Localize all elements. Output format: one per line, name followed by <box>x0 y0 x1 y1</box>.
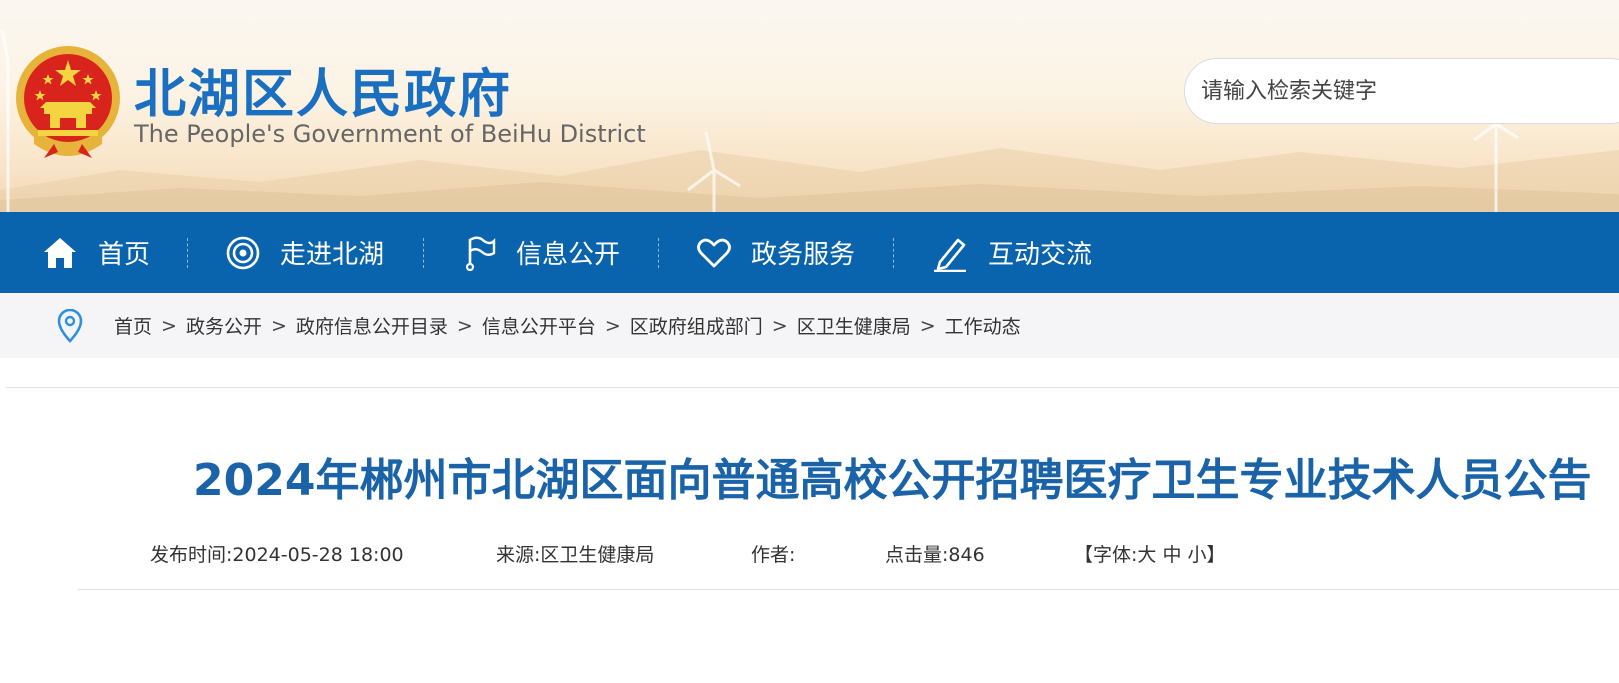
font-size-small-button[interactable]: 小 <box>1188 544 1207 566</box>
view-count: 点击量:846 <box>885 540 985 567</box>
breadcrumb-separator: > <box>604 314 621 337</box>
breadcrumb-link[interactable]: 政务公开 <box>186 312 262 339</box>
breadcrumb: 首页 > 政务公开 > 政府信息公开目录 > 信息公开平台 > 区政府组成部门 … <box>114 293 1021 358</box>
nav-divider <box>187 238 188 268</box>
breadcrumb-bar: 首页 > 政务公开 > 政府信息公开目录 > 信息公开平台 > 区政府组成部门 … <box>0 293 1619 358</box>
breadcrumb-link[interactable]: 工作动态 <box>945 312 1021 339</box>
nav-label: 互动交流 <box>988 240 1093 270</box>
main-navigation: 首页 走进北湖 信息公开 政务服务 互动交流 <box>0 212 1619 293</box>
nav-divider <box>658 238 659 268</box>
flag-icon <box>465 236 496 271</box>
source-label: 来源: <box>496 544 541 566</box>
site-title: 北湖区人民政府 <box>134 65 513 125</box>
breadcrumb-separator: > <box>456 314 473 337</box>
location-pin-icon <box>57 309 83 343</box>
author-label: 作者: <box>751 544 796 566</box>
meta-divider <box>78 589 1619 590</box>
publish-time-label: 发布时间: <box>150 544 233 566</box>
publish-time-value: 2024-05-28 18:00 <box>232 544 404 566</box>
content-divider <box>5 387 1619 388</box>
target-icon <box>226 236 260 269</box>
nav-label: 走进北湖 <box>280 240 385 270</box>
search-box <box>1184 58 1619 124</box>
breadcrumb-link[interactable]: 区卫生健康局 <box>797 312 911 339</box>
font-size-label: 【字体: <box>1074 544 1138 566</box>
breadcrumb-separator: > <box>919 314 936 337</box>
nav-item-gov-services[interactable]: 政务服务 <box>697 212 855 293</box>
breadcrumb-link[interactable]: 信息公开平台 <box>482 312 596 339</box>
publish-time: 发布时间:2024-05-28 18:00 <box>150 540 404 567</box>
nav-label: 信息公开 <box>516 240 621 270</box>
breadcrumb-separator: > <box>270 314 287 337</box>
heart-icon <box>697 238 731 267</box>
article-title: 2024年郴州市北湖区面向普通高校公开招聘医疗卫生专业技术人员公告 <box>193 455 1592 506</box>
breadcrumb-link[interactable]: 区政府组成部门 <box>630 312 763 339</box>
search-input[interactable] <box>1201 59 1601 123</box>
breadcrumb-link[interactable]: 政府信息公开目录 <box>296 312 448 339</box>
nav-divider <box>423 238 424 268</box>
breadcrumb-link[interactable]: 首页 <box>114 312 152 339</box>
breadcrumb-separator: > <box>161 314 177 337</box>
font-size-large-button[interactable]: 大 <box>1137 544 1156 566</box>
view-count-value: 846 <box>948 544 985 566</box>
nav-label: 首页 <box>98 240 151 270</box>
pencil-icon <box>934 238 966 272</box>
font-size-bracket: 】 <box>1206 544 1226 566</box>
nav-label: 政务服务 <box>751 240 856 270</box>
nav-item-home[interactable]: 首页 <box>42 212 150 293</box>
site-subtitle-english: The People's Government of BeiHu Distric… <box>134 120 646 148</box>
view-count-label: 点击量: <box>885 544 949 566</box>
nav-item-info-disclosure[interactable]: 信息公开 <box>464 212 620 293</box>
nav-divider <box>893 238 894 268</box>
source-value: 区卫生健康局 <box>540 544 655 566</box>
source: 来源:区卫生健康局 <box>496 540 654 567</box>
author: 作者: <box>751 540 795 567</box>
site-header: 北湖区人民政府 The People's Government of BeiHu… <box>0 0 1619 212</box>
nav-item-about-beihu[interactable]: 走进北湖 <box>226 212 384 293</box>
national-emblem-icon <box>16 46 120 158</box>
nav-item-interaction[interactable]: 互动交流 <box>932 212 1092 293</box>
font-size-medium-button[interactable]: 中 <box>1162 544 1181 566</box>
breadcrumb-separator: > <box>771 314 788 337</box>
font-size-controls: 【字体:大 中 小】 <box>1074 540 1226 567</box>
home-icon <box>44 237 76 268</box>
